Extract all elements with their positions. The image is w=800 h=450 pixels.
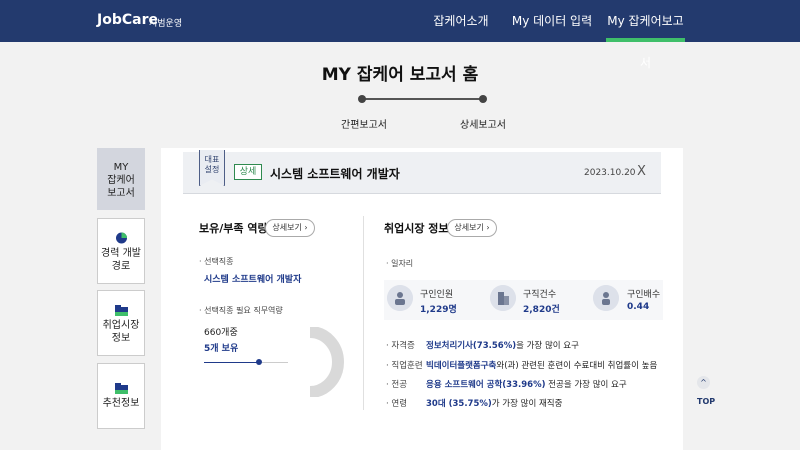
skills-title: 보유/부족 역량 bbox=[199, 222, 268, 235]
chevron-right-icon: › bbox=[304, 223, 308, 232]
market-detail-button[interactable]: 상세보기 › bbox=[447, 219, 497, 237]
chevron-up-icon[interactable]: ^ bbox=[697, 376, 710, 389]
skills-bar bbox=[204, 362, 259, 363]
nav-my-report[interactable]: My 잡케어보고서 bbox=[606, 0, 685, 70]
nav-my-data-input[interactable]: My 데이터 입력 bbox=[508, 0, 596, 42]
section-divider bbox=[363, 216, 364, 410]
step-dot-detail[interactable] bbox=[479, 95, 487, 103]
skills-bar-rest bbox=[262, 362, 288, 363]
skills-detail-button[interactable]: 상세보기 › bbox=[265, 219, 315, 237]
selected-job-label: · 선택직종 bbox=[199, 257, 234, 266]
tab-job-market-label: 취업시장 정보 bbox=[102, 320, 140, 344]
tab-my-report[interactable]: MY 잡케어 보고서 bbox=[97, 148, 145, 210]
required-skills-label: · 선택직종 필요 직무역량 bbox=[199, 306, 283, 315]
info-row-certificate: · 자격증 정보처리기사(73.56%)을 가장 많이 요구 bbox=[386, 341, 579, 351]
stat-applications-label: 구직건수 bbox=[523, 290, 557, 300]
tab-recommend-label: 추천정보 bbox=[102, 398, 140, 409]
logo-subtitle: 시범운영 bbox=[149, 19, 183, 29]
market-title: 취업시장 정보 bbox=[384, 222, 449, 235]
pie-chart-icon bbox=[115, 232, 127, 244]
page-title: MY 잡케어 보고서 홈 bbox=[321, 65, 479, 85]
skills-owned: 5개 보유 bbox=[204, 344, 239, 354]
chevron-right-icon: › bbox=[486, 223, 490, 232]
folder-icon bbox=[114, 305, 128, 316]
skills-donut-chart bbox=[309, 327, 344, 397]
skills-total: 660개중 bbox=[204, 328, 238, 338]
nav-jobcare-intro[interactable]: 잡케어소개 bbox=[423, 0, 499, 42]
stat-ratio-value: 0.44 bbox=[627, 302, 650, 312]
tab-career-path[interactable]: 경력 개발 경로 bbox=[97, 218, 145, 284]
info-row-training: · 직업훈련 빅데이터플랫폼구축와(과) 관련된 훈련이 수료대비 취업률이 높음 bbox=[386, 361, 658, 371]
top-button-label[interactable]: TOP bbox=[697, 397, 715, 406]
step-line bbox=[362, 98, 482, 100]
report-date: 2023.10.20 bbox=[584, 168, 636, 178]
info-row-major: · 전공 응용 소프트웨어 공학(33.96%) 전공을 가장 많이 요구 bbox=[386, 380, 627, 390]
people-icon bbox=[387, 285, 413, 311]
folder-icon bbox=[114, 383, 128, 394]
info-row-age: · 연령 30대 (35.75%)가 가장 많이 재직중 bbox=[386, 399, 563, 409]
stat-openings-value: 1,229명 bbox=[420, 305, 457, 315]
jobs-label: · 일자리 bbox=[386, 259, 414, 268]
detail-tag: 상세 bbox=[234, 164, 262, 180]
building-icon bbox=[490, 285, 516, 311]
tab-job-market[interactable]: 취업시장 정보 bbox=[97, 290, 145, 356]
close-icon[interactable]: X bbox=[637, 164, 646, 179]
stat-openings-label: 구인인원 bbox=[420, 290, 454, 300]
selected-job-value: 시스템 소프트웨어 개발자 bbox=[204, 275, 302, 285]
tab-career-path-label: 경력 개발 경로 bbox=[101, 248, 141, 272]
step-detail-report[interactable]: 상세보고서 bbox=[460, 116, 506, 131]
stat-ratio-label: 구인배수 bbox=[627, 290, 661, 300]
tab-recommend[interactable]: 추천정보 bbox=[97, 363, 145, 429]
step-simple-report[interactable]: 간편보고서 bbox=[341, 116, 387, 131]
report-job-title: 시스템 소프트웨어 개발자 bbox=[270, 167, 400, 181]
person-icon bbox=[593, 285, 619, 311]
step-dot-simple[interactable] bbox=[358, 95, 366, 103]
stat-applications-value: 2,820건 bbox=[523, 305, 560, 315]
